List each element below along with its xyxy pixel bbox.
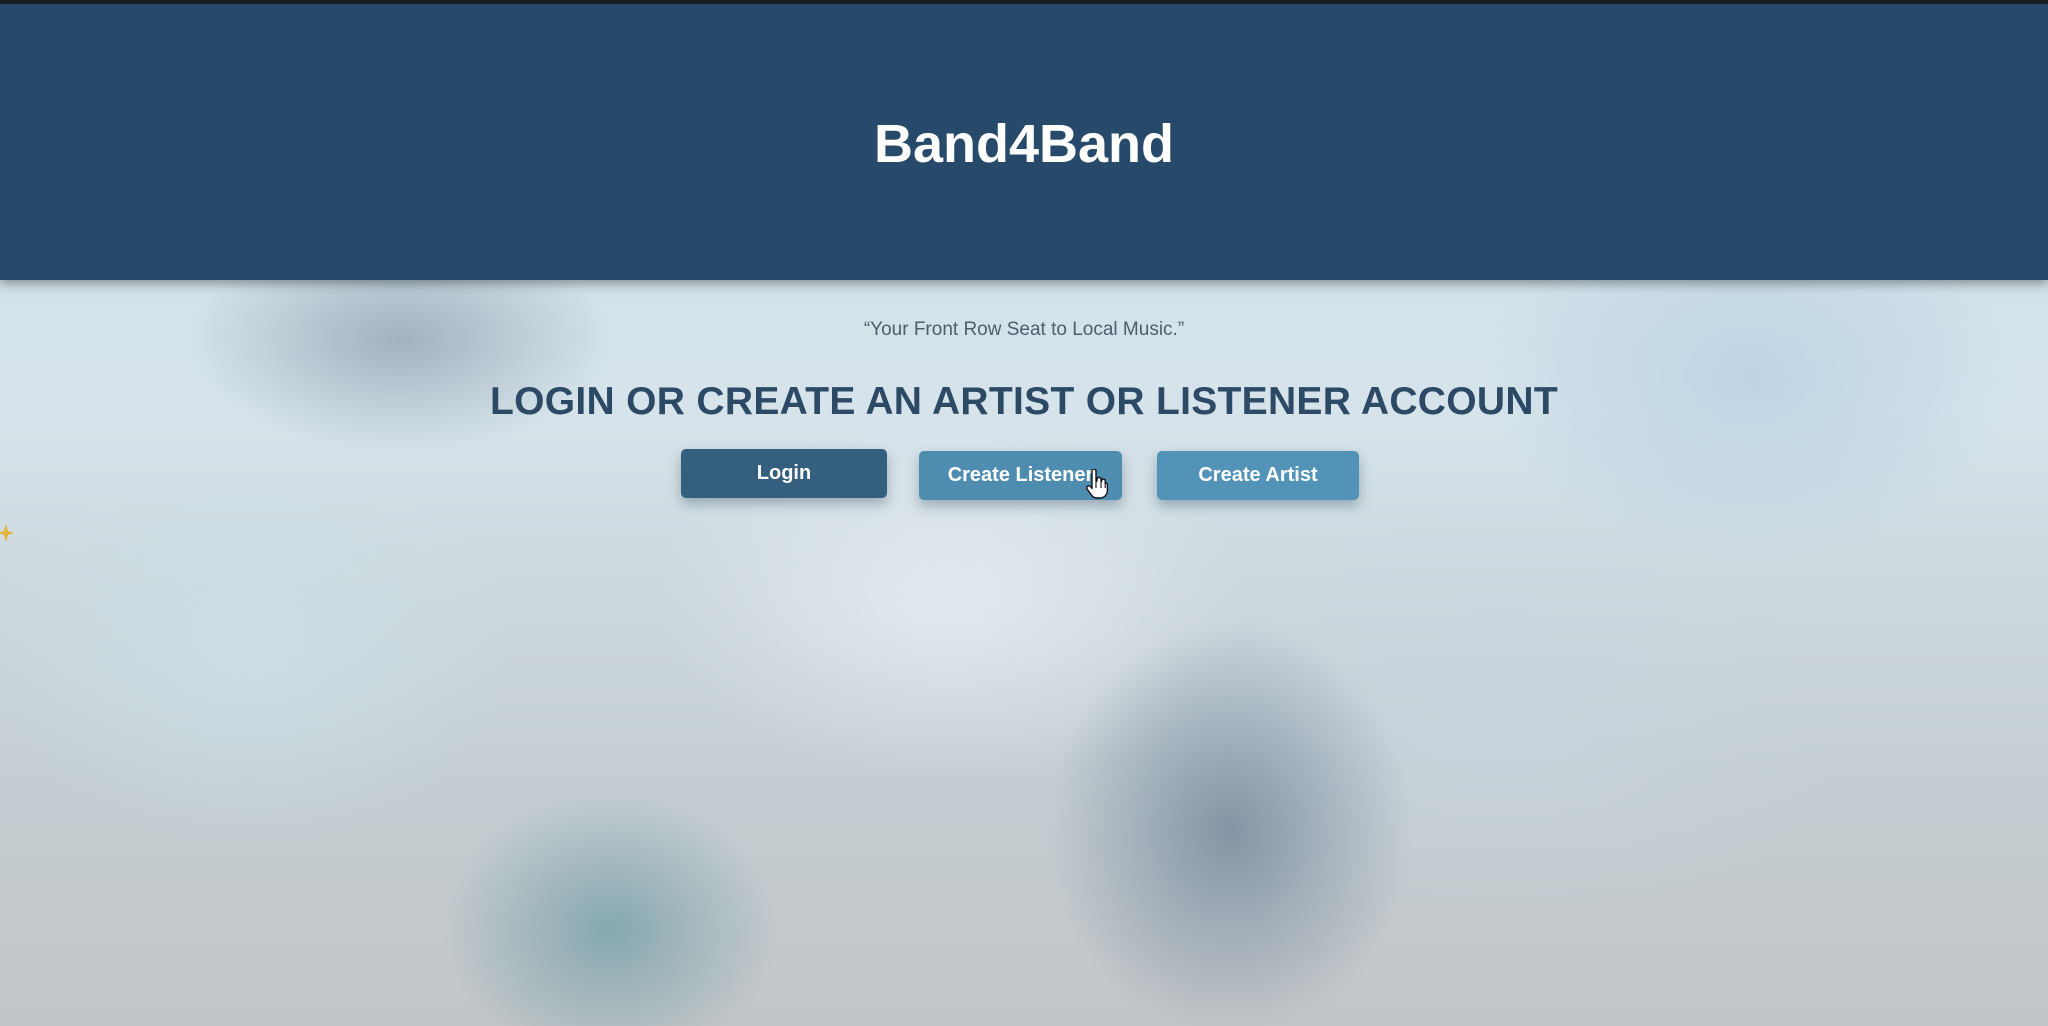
site-title: Band4Band — [873, 114, 1175, 174]
page-heading: LOGIN OR CREATE AN ARTIST OR LISTENER AC… — [490, 380, 1558, 423]
page: Band4Band “Your Front Row Seat to Local … — [0, 0, 2048, 1026]
site-header: Band4Band — [0, 4, 2048, 280]
create-artist-button[interactable]: Create Artist — [1157, 451, 1359, 500]
tagline: “Your Front Row Seat to Local Music.” — [863, 319, 1185, 340]
hand-pointer-icon — [1086, 469, 1108, 499]
sparkle-icon — [0, 524, 14, 542]
login-button[interactable]: Login — [681, 449, 887, 498]
